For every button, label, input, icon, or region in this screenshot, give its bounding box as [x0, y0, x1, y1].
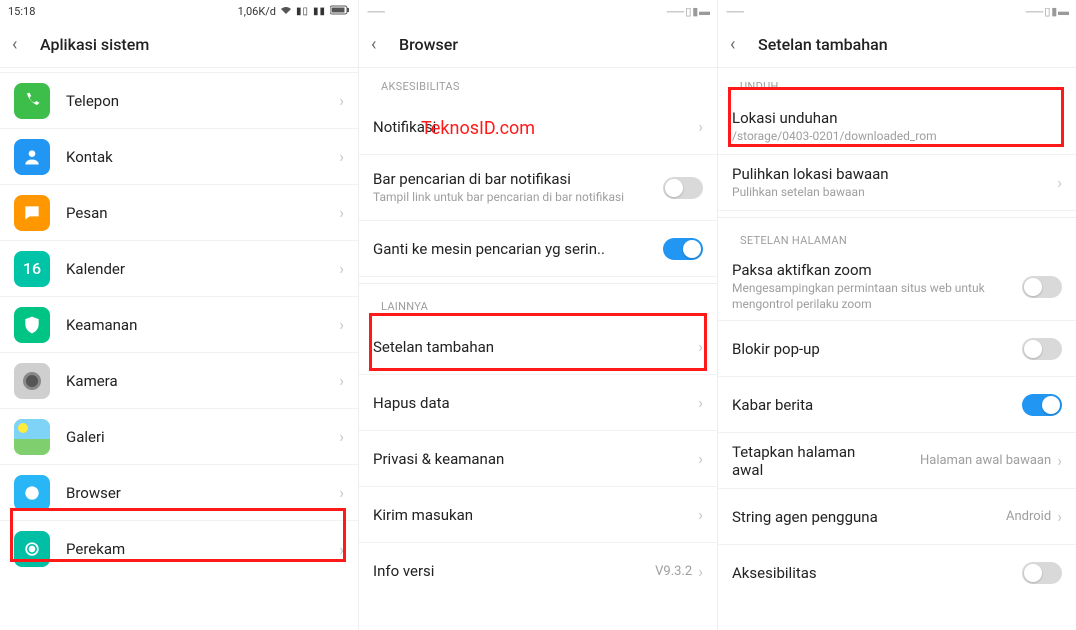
list-item-perekam[interactable]: Perekam ›	[0, 521, 358, 577]
header: ‹ Browser	[359, 22, 717, 68]
section-header: SETELAN HALAMAN	[718, 217, 1076, 253]
chevron-right-icon: ›	[339, 371, 344, 390]
row-searchbar[interactable]: Bar pencarian di bar notifikasi Tampil l…	[359, 155, 717, 221]
row-pulihkan-lokasi[interactable]: Pulihkan lokasi bawaan Pulihkan setelan …	[718, 155, 1076, 211]
row-kirim-masukan[interactable]: Kirim masukan ›	[359, 487, 717, 543]
chevron-right-icon: ›	[339, 203, 344, 222]
row-paksa-zoom[interactable]: Paksa aktifkan zoom Mengesampingkan perm…	[718, 253, 1076, 321]
page-title: Aplikasi sistem	[40, 35, 149, 54]
chevron-right-icon: ›	[339, 483, 344, 502]
chevron-right-icon: ›	[1057, 507, 1062, 526]
message-app-icon	[14, 195, 50, 231]
contact-app-icon	[14, 139, 50, 175]
row-engine[interactable]: Ganti ke mesin pencarian yg serin..	[359, 221, 717, 277]
row-tetapkan-halaman[interactable]: Tetapkan halaman awal Halaman awal bawaa…	[718, 433, 1076, 489]
calendar-app-icon: 16	[14, 251, 50, 287]
list-item-galeri[interactable]: Galeri ›	[0, 409, 358, 465]
back-icon[interactable]: ‹	[730, 34, 750, 55]
row-hapus-data[interactable]: Hapus data ›	[359, 375, 717, 431]
list-item-kalender[interactable]: 16 Kalender ›	[0, 241, 358, 297]
row-setelan-tambahan[interactable]: Setelan tambahan ›	[359, 319, 717, 375]
chevron-right-icon: ›	[698, 562, 703, 581]
row-blokir-popup[interactable]: Blokir pop-up	[718, 321, 1076, 377]
page-title: Setelan tambahan	[758, 35, 888, 54]
chevron-right-icon: ›	[339, 427, 344, 446]
row-aksesibilitas[interactable]: Aksesibilitas	[718, 545, 1076, 601]
list-item-browser[interactable]: Browser ›	[0, 465, 358, 521]
row-lokasi-unduhan[interactable]: Lokasi unduhan /storage/0403-0201/downlo…	[718, 99, 1076, 155]
status-bar: ⸺ ⸺ ▯ ▮ ▬	[359, 0, 717, 22]
chevron-right-icon: ›	[1057, 173, 1062, 192]
row-kabar-berita[interactable]: Kabar berita	[718, 377, 1076, 433]
row-info-versi[interactable]: Info versi V9.3.2 ›	[359, 543, 717, 599]
security-app-icon	[14, 307, 50, 343]
camera-app-icon	[14, 363, 50, 399]
list-item-kamera[interactable]: Kamera ›	[0, 353, 358, 409]
browser-app-icon	[14, 475, 50, 511]
battery-icon	[330, 5, 350, 18]
toggle-popup[interactable]	[1022, 338, 1062, 360]
status-net: 1,06K/d	[238, 5, 276, 18]
list-item-pesan[interactable]: Pesan ›	[0, 185, 358, 241]
wifi-icon	[280, 5, 292, 18]
phone-1: 15:18 1,06K/d ▮▯ ▮▮ ‹ Aplikasi sistem Te…	[0, 0, 359, 630]
phone-3: ⸺ ⸺ ▯ ▮ ▬ ‹ Setelan tambahan UNDUH Lokas…	[718, 0, 1076, 630]
list-item-telepon[interactable]: Telepon ›	[0, 73, 358, 129]
section-header: AKSESIBILITAS	[359, 68, 717, 99]
list-item-kontak[interactable]: Kontak ›	[0, 129, 358, 185]
status-bar: ⸺ ⸺ ▯ ▮ ▬	[718, 0, 1076, 22]
phone-app-icon	[14, 83, 50, 119]
chevron-right-icon: ›	[339, 540, 344, 559]
header: ‹ Setelan tambahan	[718, 22, 1076, 68]
homepage-value: Halaman awal bawaan	[920, 453, 1051, 468]
gallery-app-icon	[14, 419, 50, 455]
row-privasi[interactable]: Privasi & keamanan ›	[359, 431, 717, 487]
row-string-ua[interactable]: String agen pengguna Android ›	[718, 489, 1076, 545]
toggle-news[interactable]	[1022, 394, 1062, 416]
status-time: 15:18	[8, 5, 35, 18]
chevron-right-icon: ›	[698, 449, 703, 468]
chevron-right-icon: ›	[339, 259, 344, 278]
header: ‹ Aplikasi sistem	[0, 22, 358, 68]
chevron-right-icon: ›	[1057, 451, 1062, 470]
toggle-engine[interactable]	[663, 238, 703, 260]
chevron-right-icon: ›	[698, 117, 703, 136]
version-value: V9.3.2	[655, 564, 692, 579]
status-bar: 15:18 1,06K/d ▮▯ ▮▮	[0, 0, 358, 22]
row-notifikasi[interactable]: Notifikasi ›	[359, 99, 717, 155]
page-title: Browser	[399, 35, 458, 54]
list-item-keamanan[interactable]: Keamanan ›	[0, 297, 358, 353]
chevron-right-icon: ›	[339, 91, 344, 110]
toggle-a11y[interactable]	[1022, 562, 1062, 584]
section-header: LAINNYA	[359, 283, 717, 319]
section-header: UNDUH	[718, 68, 1076, 99]
toggle-zoom[interactable]	[1022, 276, 1062, 298]
recorder-app-icon	[14, 531, 50, 567]
chevron-right-icon: ›	[698, 393, 703, 412]
toggle-searchbar[interactable]	[663, 177, 703, 199]
signal-icon: ▮▯	[296, 6, 309, 17]
back-icon[interactable]: ‹	[371, 34, 391, 55]
back-icon[interactable]: ‹	[12, 34, 32, 55]
chevron-right-icon: ›	[339, 147, 344, 166]
chevron-right-icon: ›	[698, 505, 703, 524]
chevron-right-icon: ›	[339, 315, 344, 334]
chevron-right-icon: ›	[698, 337, 703, 356]
phone-2: ⸺ ⸺ ▯ ▮ ▬ ‹ Browser AKSESIBILITAS Notifi…	[359, 0, 718, 630]
signal-icon: ▮▮	[313, 6, 326, 17]
ua-value: Android	[1006, 509, 1051, 524]
